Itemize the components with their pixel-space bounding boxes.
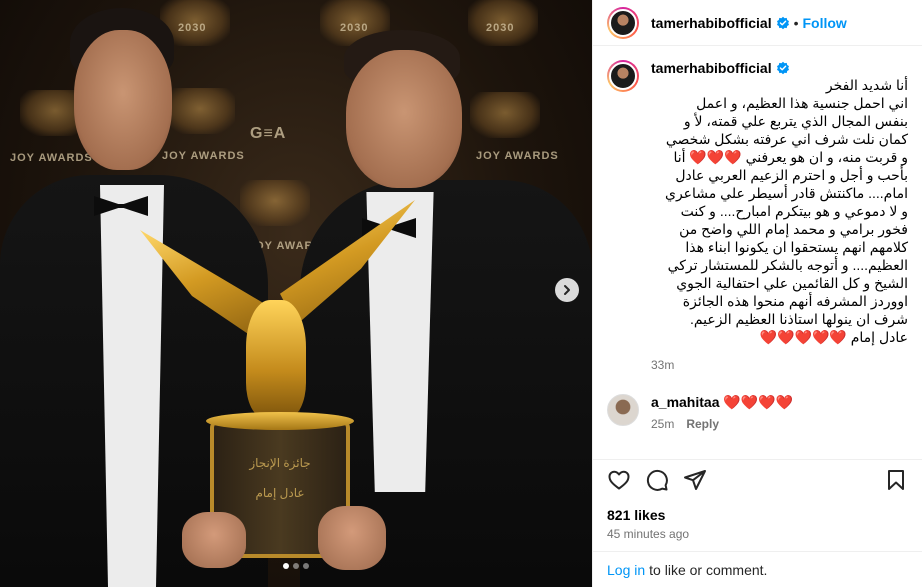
post-sidebar: tamerhabibofficial • Follow tamerhabibof…: [592, 0, 922, 587]
carousel-dot: [293, 563, 299, 569]
caption-avatar[interactable]: [607, 60, 639, 92]
backdrop-text: 2030: [486, 22, 515, 34]
reply-button[interactable]: Reply: [686, 417, 719, 431]
next-chevron-icon: [564, 285, 570, 295]
avatar-image: [609, 8, 637, 37]
left-hand: [182, 512, 246, 568]
login-link[interactable]: Log in: [607, 562, 645, 578]
avatar-image: [609, 62, 637, 90]
instagram-post: 2030 2030 2030 JOY AWARDS JOY AWARDS JOY…: [0, 0, 922, 587]
login-prompt: Log in to like or comment.: [593, 551, 922, 587]
caption-username[interactable]: tamerhabibofficial: [651, 60, 772, 76]
backdrop-logo: [165, 88, 235, 134]
commenter-username[interactable]: a_mahitaa: [651, 394, 719, 410]
verified-badge-icon: [776, 61, 789, 75]
backdrop-text: JOY AWARDS: [476, 150, 559, 162]
right-head: [346, 50, 462, 188]
comment-text: ❤️❤️❤️❤️: [723, 394, 794, 410]
backdrop-text: JOY AWARDS: [162, 150, 245, 162]
carousel-next-button[interactable]: [555, 278, 579, 302]
backdrop-logo: [470, 92, 540, 138]
caption-age: 33m: [651, 358, 675, 372]
comment-age: 25m: [651, 417, 675, 431]
post-photo[interactable]: 2030 2030 2030 JOY AWARDS JOY AWARDS JOY…: [0, 0, 592, 587]
comments-section: tamerhabibofficial أنا شديد الفخر اني اح…: [593, 46, 922, 459]
backdrop-text: G≡A: [250, 125, 287, 142]
caption-header: tamerhabibofficial: [651, 60, 908, 76]
commenter-avatar[interactable]: [607, 394, 639, 426]
backdrop-logo: [240, 180, 310, 226]
right-hand: [318, 506, 386, 570]
post-header: tamerhabibofficial • Follow: [593, 0, 922, 46]
carousel-dot: [303, 563, 309, 569]
carousel-dot: [283, 563, 289, 569]
share-send-icon[interactable]: [683, 468, 707, 492]
comment-body: a_mahitaa ❤️❤️❤️❤️ 25m Reply: [651, 394, 793, 431]
carousel-dots: [0, 563, 592, 569]
follow-button[interactable]: Follow: [803, 15, 847, 31]
like-heart-icon[interactable]: [607, 468, 631, 492]
comment-bubble-icon[interactable]: [645, 468, 669, 492]
comment-item: a_mahitaa ❤️❤️❤️❤️ 25m Reply: [607, 394, 908, 431]
left-head: [74, 30, 172, 170]
likes-count[interactable]: 821 likes: [593, 499, 922, 523]
caption-body: tamerhabibofficial أنا شديد الفخر اني اح…: [651, 60, 908, 372]
verified-badge-icon: [776, 16, 789, 29]
author-username[interactable]: tamerhabibofficial: [651, 15, 772, 31]
header-separator: •: [793, 14, 799, 31]
trophy-engraving: جائزة الإنجاز: [249, 456, 311, 470]
trophy-eagle: [246, 300, 306, 418]
backdrop-text: 2030: [340, 22, 369, 34]
save-bookmark-icon[interactable]: [884, 468, 908, 492]
trophy-engraving: عادل إمام: [255, 486, 305, 500]
backdrop-text: 2030: [178, 22, 207, 34]
post-timestamp: 45 minutes ago: [607, 527, 690, 541]
author-avatar[interactable]: [607, 6, 639, 39]
action-bar: [593, 459, 922, 499]
backdrop-text: JOY AWARDS: [10, 152, 93, 164]
caption-text: أنا شديد الفخر اني احمل جنسية هذا العظيم…: [664, 77, 908, 345]
comment-meta: 25m Reply: [651, 417, 793, 431]
trophy-rim: [206, 412, 354, 430]
caption-row: tamerhabibofficial أنا شديد الفخر اني اح…: [607, 60, 908, 372]
login-suffix: to like or comment.: [649, 561, 768, 578]
